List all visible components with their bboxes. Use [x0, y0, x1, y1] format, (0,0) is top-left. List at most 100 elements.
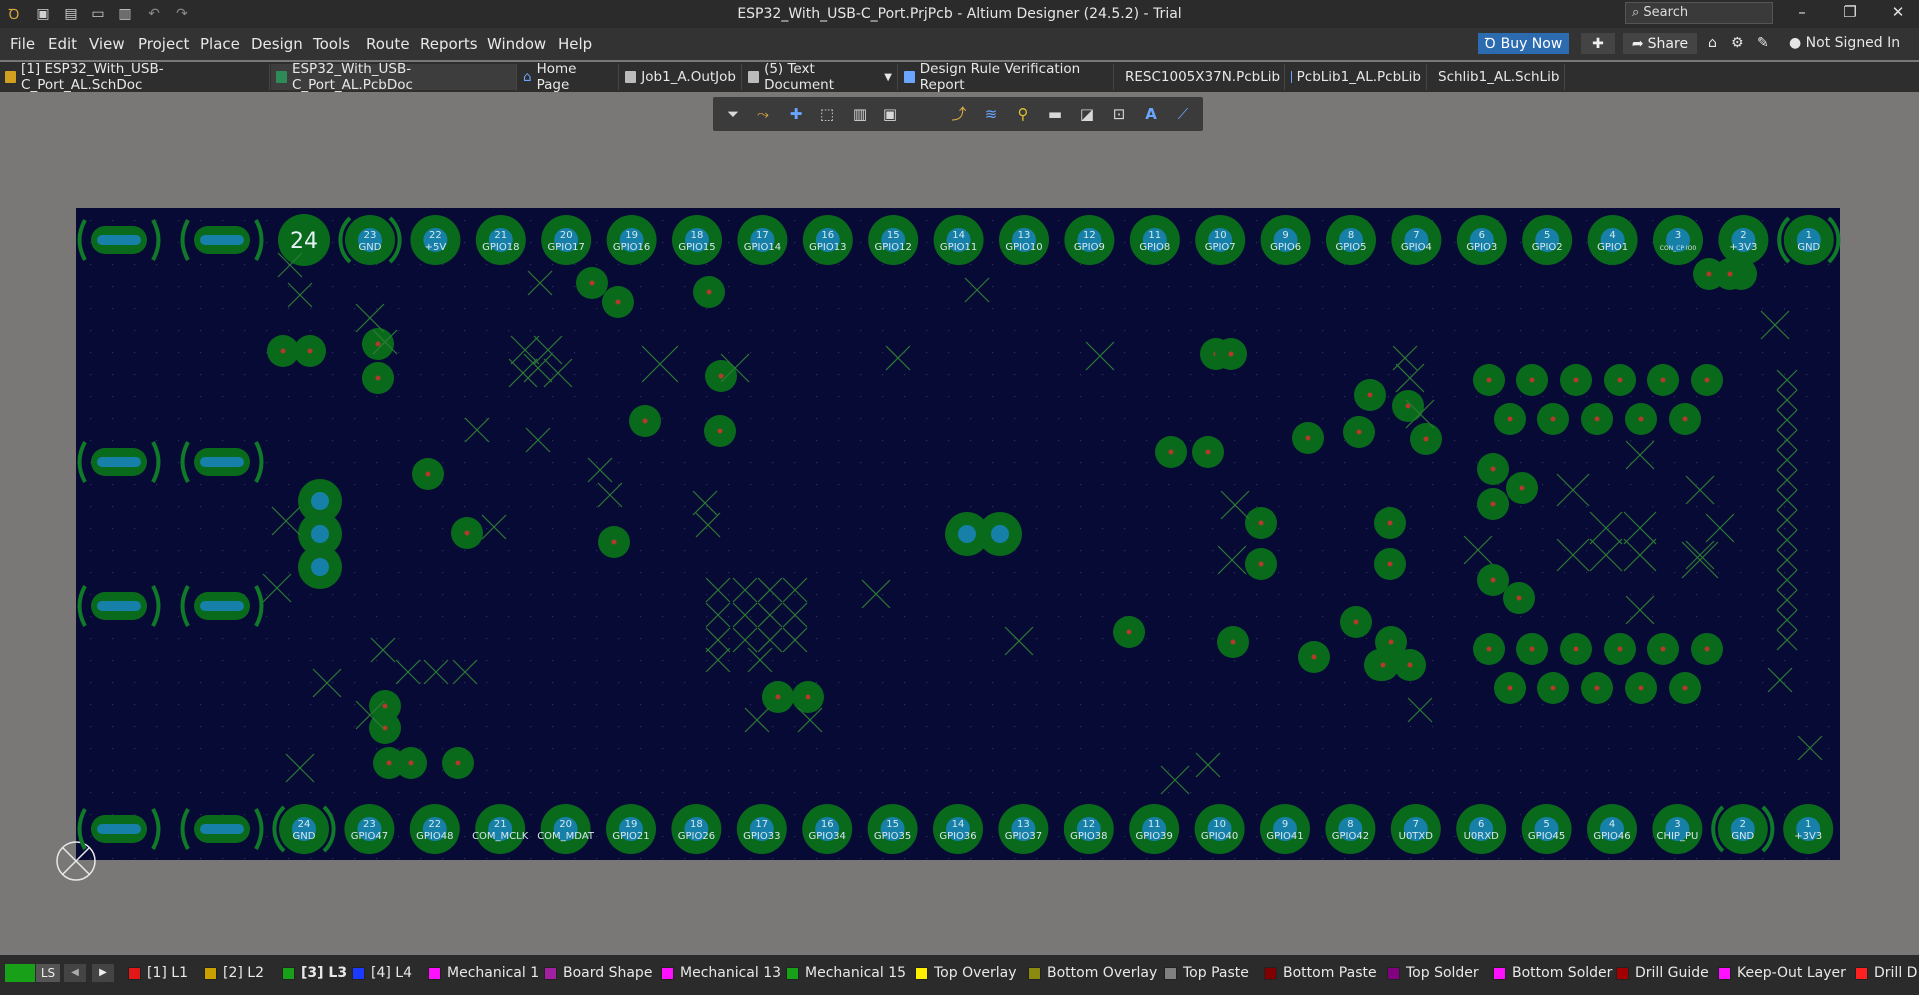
header-pad: 13GPIO37 [998, 804, 1049, 854]
header-pad: 22+5V [410, 215, 461, 265]
via-center [1617, 377, 1623, 383]
header-pad: 15GPIO12 [868, 215, 919, 265]
via-center [1380, 662, 1386, 668]
via-center [1486, 646, 1492, 652]
layer-tab[interactable]: [3] L3 [282, 965, 347, 981]
header-pad: 21GPIO18 [475, 215, 526, 265]
via-center [718, 373, 724, 379]
pad-net-label: CHIP_PU [1656, 831, 1698, 842]
layer-tab[interactable]: Bottom Overlay [1028, 965, 1157, 981]
layer-tab[interactable]: Bottom Paste [1264, 965, 1377, 981]
pad-net-label: GPIO47 [351, 831, 388, 842]
via-center [1311, 654, 1317, 660]
layer-label: [3] L3 [301, 965, 348, 981]
pad-number: 17 [756, 230, 769, 241]
pad-net-label: GPIO33 [743, 831, 780, 842]
pad-net-label: +3V3 [1729, 242, 1757, 253]
pad-number: 10 [1214, 230, 1227, 241]
layer-tab[interactable]: Mechanical 15 [786, 965, 906, 981]
layer-tab[interactable]: Mechanical 13 [661, 965, 781, 981]
layer-label: [1] L1 [147, 965, 188, 981]
pad-net-label: GPIO9 [1074, 242, 1105, 253]
layer-label: Top Overlay [934, 965, 1017, 981]
layer-label: Drill Guide [1635, 965, 1709, 981]
pad-net-label: GPIO1 [1597, 242, 1628, 253]
pad-net-label: GPIO14 [744, 242, 781, 253]
layer-set-button[interactable]: LS [36, 964, 60, 982]
pad-net-label: GPIO45 [1528, 831, 1565, 842]
header-pad: 7GPIO4 [1391, 215, 1442, 265]
pad-net-label: GPIO26 [678, 831, 715, 842]
via-center [1516, 595, 1522, 601]
header-pad: 12GPIO38 [1063, 804, 1114, 854]
via-center [1682, 416, 1688, 422]
layer-tab[interactable]: Top Solder [1387, 965, 1479, 981]
layer-label: Keep-Out Layer [1737, 965, 1846, 981]
via-center [1407, 662, 1413, 668]
layer-tab[interactable]: Keep-Out Layer [1718, 965, 1846, 981]
layer-color-swatch [352, 966, 365, 980]
layer-tab[interactable]: Drill D [1855, 965, 1917, 981]
slot-hole [200, 824, 244, 834]
layer-scroll-right-button[interactable]: ▶ [92, 964, 114, 982]
pad-number: 18 [691, 230, 704, 241]
layer-color-swatch [544, 966, 557, 980]
pad-number: 23 [364, 230, 377, 241]
via-large-hole [991, 525, 1009, 543]
header-pad: 7U0TXD [1390, 804, 1441, 854]
layer-color-swatch [282, 966, 295, 980]
via-center [1490, 577, 1496, 583]
pad-number: 12 [1082, 819, 1095, 830]
layer-label: Bottom Paste [1283, 965, 1377, 981]
pad-number: 9 [1282, 230, 1288, 241]
layer-tab[interactable]: Top Paste [1164, 965, 1249, 981]
via-center [589, 280, 595, 286]
pad-number: 22 [429, 230, 442, 241]
header-pad: 2+3V3 [1718, 215, 1769, 265]
pad-net-label: GPIO3 [1466, 242, 1497, 253]
pcb-canvas[interactable]: 24 23GND22+5V21GPIO1820GPIO1719GPIO1618GP… [0, 0, 1919, 955]
via-center [1529, 646, 1535, 652]
via-center [1490, 466, 1496, 472]
pad-number: 7 [1413, 819, 1419, 830]
pad-number: 10 [1213, 819, 1226, 830]
via-center [1550, 685, 1556, 691]
pad-number: 11 [1148, 230, 1161, 241]
layer-tab[interactable]: Mechanical 1 [428, 965, 539, 981]
pad-number: 5 [1543, 819, 1549, 830]
header-pad: 8GPIO5 [1326, 215, 1376, 265]
pad-net-label: GPIO41 [1266, 831, 1303, 842]
current-layer-swatch[interactable] [5, 964, 35, 982]
layer-tab[interactable]: Drill Guide [1616, 965, 1709, 981]
layer-tab[interactable]: [1] L1 [128, 965, 188, 981]
via-center [1367, 392, 1373, 398]
pad-number: 22 [428, 819, 441, 830]
pad-number: 4 [1609, 819, 1615, 830]
pad-net-label: GPIO46 [1593, 831, 1630, 842]
via-center [1594, 685, 1600, 691]
layer-tab[interactable]: [4] L4 [352, 965, 412, 981]
via-center [1228, 351, 1234, 357]
via-large-hole [311, 525, 329, 543]
via-center [375, 375, 381, 381]
header-pad: 16GPIO34 [802, 804, 853, 854]
layer-color-swatch [1718, 966, 1731, 980]
header-pad: 6U0RXD [1456, 804, 1507, 854]
layer-tab[interactable]: [2] L2 [204, 965, 264, 981]
layer-tab[interactable]: Top Overlay [915, 965, 1017, 981]
via-large-hole [311, 492, 329, 510]
slot-hole [97, 235, 141, 245]
via-center [1573, 646, 1579, 652]
layer-label: Top Paste [1183, 965, 1249, 981]
slot-hole [97, 457, 141, 467]
via-center [1230, 639, 1236, 645]
layer-tab[interactable]: Board Shape [544, 965, 652, 981]
header-pad: 9GPIO41 [1260, 804, 1310, 854]
pad-net-label: GPIO34 [809, 831, 846, 842]
header-pad: 17GPIO33 [736, 804, 787, 854]
layer-color-swatch [428, 966, 441, 980]
pad-number: 13 [1018, 230, 1031, 241]
layer-tab[interactable]: Bottom Solder [1493, 965, 1612, 981]
via-center [1388, 639, 1394, 645]
layer-scroll-left-button[interactable]: ◀ [64, 964, 86, 982]
